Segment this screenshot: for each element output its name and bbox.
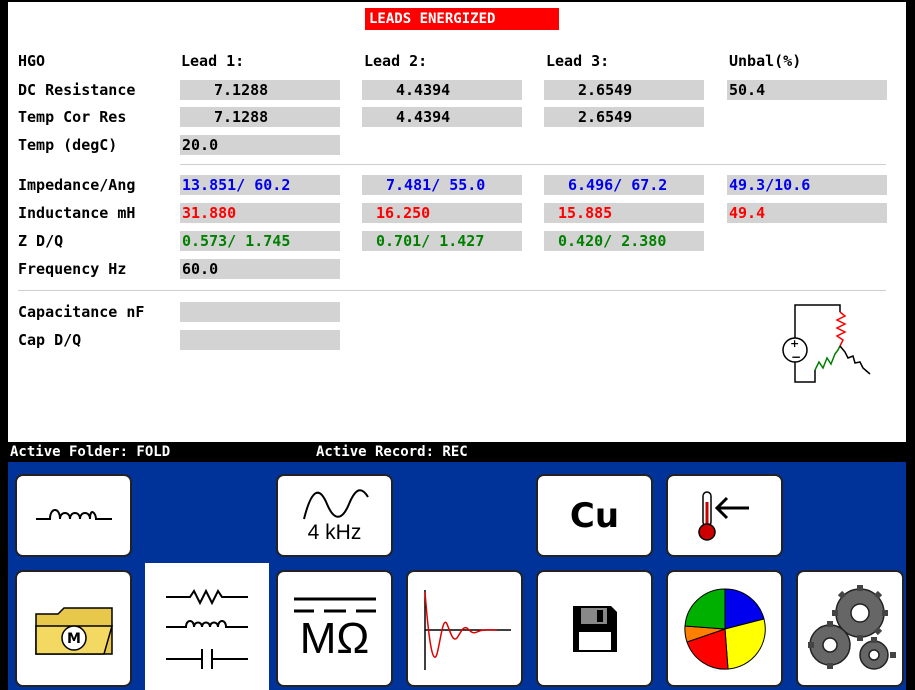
impedance-angle-lead3: 6.496/ 67.2	[544, 175, 704, 195]
header-unbalance: Unbal(%)	[729, 52, 802, 70]
header-lead-1: Lead 1:	[181, 52, 245, 70]
floppy-disk-icon	[572, 605, 617, 652]
temp-cor-res-label: Temp Cor Res	[18, 108, 127, 126]
z-dq-lead1: 0.573/ 1.745	[180, 231, 340, 251]
copper-button[interactable]: Cu	[536, 474, 653, 557]
inductance-lead2: 16.250	[362, 203, 522, 223]
motor-label: M	[67, 631, 81, 647]
dc-resistance-lead1: 7.1288	[180, 80, 340, 100]
dc-resistance-lead2: 4.4394	[362, 80, 522, 100]
frequency-4khz-button[interactable]: 4 kHz	[276, 474, 393, 557]
impedance-angle-label: Impedance/Ang	[18, 176, 136, 194]
temperature-button[interactable]	[666, 474, 783, 557]
results-chart-button[interactable]	[666, 570, 783, 687]
circuit-mode-button[interactable]	[145, 563, 269, 690]
active-record: Active Record: REC	[316, 444, 468, 460]
waveform-button[interactable]	[406, 570, 523, 687]
dc-resistance-label: DC Resistance	[18, 81, 136, 99]
leads-energized-banner: LEADS ENERGIZED	[365, 8, 559, 30]
temp-degc-label: Temp (degC)	[18, 136, 118, 154]
sine-wave-icon	[302, 488, 369, 519]
separator-line	[180, 164, 886, 165]
header-lead-2: Lead 2:	[364, 52, 428, 70]
inductance-lead1: 31.880	[180, 203, 340, 223]
copper-icon: Cu	[569, 495, 620, 536]
save-button[interactable]	[536, 570, 653, 687]
impedance-angle-lead1: 13.851/ 60.2	[180, 175, 340, 195]
active-folder: Active Folder: FOLD	[10, 444, 171, 460]
inductance-unbalance: 49.4	[727, 203, 887, 223]
frame-top	[0, 0, 915, 2]
z-dq-lead3: 0.420/ 2.380	[544, 231, 704, 251]
frequency-label: Frequency Hz	[18, 260, 127, 278]
winding-diagram-icon: + −	[782, 304, 871, 383]
test-instrument-screen: LEADS ENERGIZED HGO Lead 1: Lead 2: Lead…	[0, 0, 915, 690]
megohm-icon: MΩ	[299, 613, 370, 663]
header-lead-3: Lead 3:	[546, 52, 610, 70]
inductance-test-button[interactable]	[15, 474, 132, 557]
megohm-button[interactable]: MΩ	[276, 570, 393, 687]
z-dq-label: Z D/Q	[18, 232, 64, 250]
temp-degc-value: 20.0	[180, 135, 340, 155]
inductance-label: Inductance mH	[18, 204, 136, 222]
inductor-icon	[35, 508, 112, 520]
header-hgo: HGO	[18, 52, 46, 70]
settings-button[interactable]	[796, 570, 904, 687]
circuit-components-icon	[166, 588, 248, 669]
impedance-angle-lead2: 7.481/ 55.0	[362, 175, 522, 195]
separator-line-2	[18, 290, 886, 291]
capacitance-value	[180, 302, 340, 322]
damped-oscillation-icon	[423, 589, 511, 670]
frequency-button-label: 4 kHz	[307, 520, 362, 544]
impedance-angle-unbalance: 49.3/10.6	[727, 175, 887, 195]
folder-button[interactable]: M	[15, 570, 132, 687]
capacitance-label: Capacitance nF	[18, 303, 145, 321]
frequency-value: 60.0	[180, 259, 340, 279]
dc-resistance-unbalance: 50.4	[727, 80, 887, 100]
cap-dq-value	[180, 330, 340, 350]
frame-left	[0, 0, 8, 690]
temperature-input-icon	[697, 490, 749, 541]
temp-cor-res-lead3: 2.6549	[544, 107, 704, 127]
gears-icon	[808, 584, 896, 670]
svg-text:−: −	[791, 350, 801, 364]
frame-right	[906, 0, 915, 690]
megohm-dashes-icon	[293, 597, 376, 612]
z-dq-lead2: 0.701/ 1.427	[362, 231, 522, 251]
dc-resistance-lead3: 2.6549	[544, 80, 704, 100]
cap-dq-label: Cap D/Q	[18, 331, 82, 349]
pie-chart-icon	[683, 587, 766, 670]
folder-motor-icon: M	[34, 606, 113, 655]
svg-text:+: +	[790, 337, 799, 350]
temp-cor-res-lead1: 7.1288	[180, 107, 340, 127]
temp-cor-res-lead2: 4.4394	[362, 107, 522, 127]
inductance-lead3: 15.885	[544, 203, 704, 223]
status-bar: Active Folder: FOLD Active Record: REC	[8, 442, 906, 462]
